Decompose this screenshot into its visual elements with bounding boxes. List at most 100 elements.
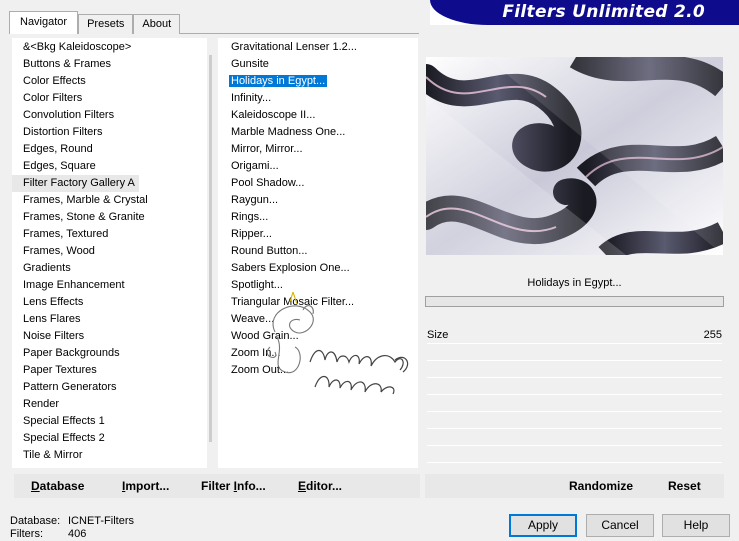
category-item[interactable]: Edges, Round: [12, 141, 197, 158]
category-item[interactable]: Pattern Generators: [12, 379, 197, 396]
editor-button[interactable]: Editor...: [298, 474, 342, 498]
status-database-value: ICNET-Filters: [68, 515, 134, 527]
category-item[interactable]: Noise Filters: [12, 328, 197, 345]
parameter-row[interactable]: [427, 446, 722, 463]
category-list[interactable]: &<Bkg Kaleidoscope> Buttons & Frames Color…: [12, 38, 212, 468]
category-item[interactable]: Frames, Wood: [12, 243, 197, 260]
category-label: Frames, Stone & Granite: [23, 211, 145, 223]
filter-item[interactable]: Sabers Explosion One...: [218, 260, 418, 277]
filter-info-prefix: Filter: [201, 479, 234, 493]
category-label: Gradients: [23, 262, 71, 274]
category-item[interactable]: Gradients: [12, 260, 197, 277]
parameter-row[interactable]: [427, 361, 722, 378]
category-scrollbar[interactable]: ▲ ▼: [207, 38, 212, 468]
filter-label: Kaleidoscope II...: [231, 109, 316, 121]
filter-label: Origami...: [231, 160, 279, 172]
category-item[interactable]: Frames, Marble & Crystal: [12, 192, 197, 209]
category-label: Frames, Wood: [23, 245, 95, 257]
title-banner: Filters Unlimited 2.0: [430, 0, 739, 25]
category-item[interactable]: Special Effects 2: [12, 430, 197, 447]
import-button[interactable]: Import...: [122, 474, 169, 498]
apply-button[interactable]: Apply: [509, 514, 577, 537]
category-label: Color Filters: [23, 92, 83, 104]
category-item[interactable]: Paper Backgrounds: [12, 345, 197, 362]
category-item[interactable]: Convolution Filters: [12, 107, 197, 124]
parameter-value: 255: [703, 329, 722, 341]
category-label: Convolution Filters: [23, 109, 115, 121]
editor-accel: E: [298, 479, 307, 493]
reset-button[interactable]: Reset: [668, 474, 701, 498]
tab-about[interactable]: About: [133, 14, 181, 34]
filter-label: Holidays in Egypt...: [227, 74, 329, 88]
category-item[interactable]: Render: [12, 396, 197, 413]
filter-info-label: nfo...: [237, 479, 266, 493]
parameter-row[interactable]: [427, 429, 722, 446]
filter-item[interactable]: Marble Madness One...: [218, 124, 418, 141]
category-label: Paper Backgrounds: [23, 347, 120, 359]
filter-label: Mirror, Mirror...: [231, 143, 303, 155]
filter-label: Gunsite: [231, 58, 269, 70]
cancel-button[interactable]: Cancel: [586, 514, 654, 537]
category-label: Render: [23, 398, 60, 410]
category-item[interactable]: Frames, Textured: [12, 226, 197, 243]
parameter-row[interactable]: Size 255: [427, 327, 722, 344]
help-button[interactable]: Help: [662, 514, 730, 537]
parameter-label: Size: [427, 329, 449, 341]
category-items: &<Bkg Kaleidoscope> Buttons & Frames Color…: [12, 39, 197, 464]
filter-item[interactable]: Pool Shadow...: [218, 175, 418, 192]
category-item[interactable]: Distortion Filters: [12, 124, 197, 141]
category-item[interactable]: Buttons & Frames: [12, 56, 197, 73]
filter-item[interactable]: Raygun...: [218, 192, 418, 209]
category-label: Tile & Mirror: [23, 449, 83, 461]
filter-item[interactable]: Origami...: [218, 158, 418, 175]
filter-item[interactable]: Gunsite: [218, 56, 418, 73]
category-item[interactable]: Paper Textures: [12, 362, 197, 379]
parameter-row[interactable]: [427, 378, 722, 395]
filter-label: Rings...: [231, 211, 269, 223]
filter-item[interactable]: Gravitational Lenser 1.2...: [218, 39, 418, 56]
parameter-row[interactable]: [427, 412, 722, 429]
parameter-title: Holidays in Egypt...: [527, 277, 622, 289]
filter-item[interactable]: Mirror, Mirror...: [218, 141, 418, 158]
filter-info-button[interactable]: Filter Info...: [201, 474, 266, 498]
status-database: Database: ICNET-Filters: [10, 515, 134, 528]
tab-presets[interactable]: Presets: [78, 14, 134, 34]
category-item[interactable]: &<Bkg Kaleidoscope>: [12, 39, 197, 56]
scroll-down-icon[interactable]: ▼: [207, 451, 212, 468]
filter-item[interactable]: Ripper...: [218, 226, 418, 243]
category-label: Lens Flares: [23, 313, 81, 325]
tab-bar: Navigator Presets About: [9, 11, 181, 34]
filter-item[interactable]: Infinity...: [218, 90, 418, 107]
category-item[interactable]: Edges, Square: [12, 158, 197, 175]
category-item[interactable]: Color Effects: [12, 73, 197, 90]
parameter-row[interactable]: [427, 344, 722, 361]
scroll-up-icon[interactable]: ▲: [207, 38, 212, 55]
tab-navigator[interactable]: Navigator: [9, 11, 79, 34]
category-item[interactable]: Image Enhancement: [12, 277, 197, 294]
editor-label: ditor...: [306, 479, 343, 493]
database-button[interactable]: Database: [31, 474, 84, 498]
scroll-thumb[interactable]: [209, 55, 212, 442]
category-item[interactable]: Special Effects 1: [12, 413, 197, 430]
filter-label: Raygun...: [231, 194, 279, 206]
database-accel: D: [31, 479, 40, 493]
parameter-row[interactable]: [427, 395, 722, 412]
randomize-button[interactable]: Randomize: [569, 474, 633, 498]
database-label: atabase: [39, 479, 85, 493]
banner-title: Filters Unlimited 2.0: [502, 2, 705, 22]
filter-label: Sabers Explosion One...: [231, 262, 350, 274]
category-item[interactable]: Filter Factory Gallery A: [12, 175, 197, 192]
category-label: Edges, Square: [23, 160, 96, 172]
category-item[interactable]: Color Filters: [12, 90, 197, 107]
status-filters: Filters: 406: [10, 528, 86, 541]
filter-item[interactable]: Kaleidoscope II...: [218, 107, 418, 124]
category-item[interactable]: Frames, Stone & Granite: [12, 209, 197, 226]
category-item[interactable]: Tile & Mirror: [12, 447, 197, 464]
watermark-logo: [266, 292, 409, 395]
filter-item[interactable]: Round Button...: [218, 243, 418, 260]
category-label: Frames, Marble & Crystal: [23, 194, 148, 206]
filter-item[interactable]: Rings...: [218, 209, 418, 226]
filter-item[interactable]: Holidays in Egypt...: [218, 73, 418, 90]
category-item[interactable]: Lens Flares: [12, 311, 197, 328]
category-item[interactable]: Lens Effects: [12, 294, 197, 311]
